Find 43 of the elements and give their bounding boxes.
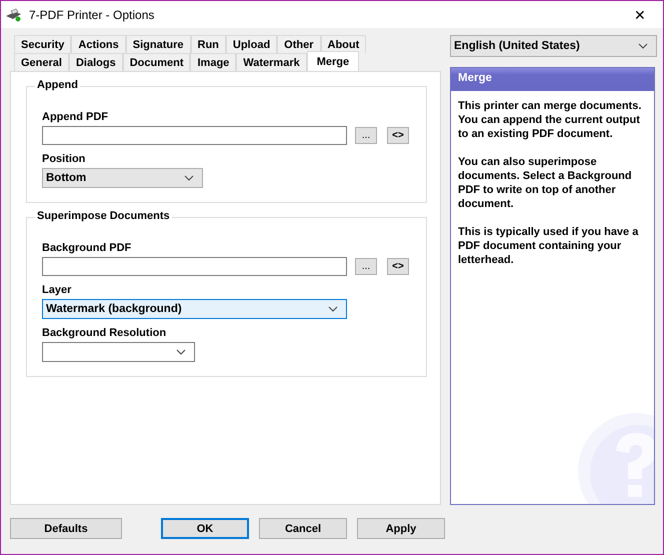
group-title: Superimpose Documents bbox=[35, 210, 172, 222]
dialog-button[interactable]: Cancel bbox=[259, 518, 347, 539]
group-title: Append bbox=[35, 79, 80, 91]
tab[interactable]: Upload bbox=[226, 35, 278, 53]
dialog-button[interactable]: Defaults bbox=[10, 518, 122, 539]
chevron-down-icon bbox=[176, 349, 186, 355]
field-label: Append PDF bbox=[42, 111, 109, 124]
tab[interactable]: Run bbox=[190, 35, 226, 53]
tab[interactable]: Signature bbox=[126, 35, 190, 53]
field-label: Position bbox=[42, 153, 86, 166]
swap-button[interactable]: <> bbox=[387, 127, 409, 144]
dropdown[interactable] bbox=[42, 342, 195, 362]
tab[interactable]: Document bbox=[122, 53, 190, 71]
tab[interactable]: Other bbox=[277, 35, 321, 53]
tab[interactable]: Actions bbox=[71, 35, 126, 53]
field-label: Background Resolution bbox=[42, 327, 168, 340]
tab[interactable]: General bbox=[14, 53, 69, 71]
chevron-down-icon bbox=[638, 42, 648, 49]
language-dropdown[interactable]: English (United States) bbox=[450, 35, 657, 57]
help-text: You can also superimpose documents. Select a Background PDF to write on top of another document. bbox=[458, 154, 633, 211]
dropdown[interactable]: Watermark (background) bbox=[42, 299, 347, 319]
swap-button[interactable]: <> bbox=[387, 258, 409, 275]
browse-button[interactable]: ... bbox=[355, 258, 377, 275]
browse-button[interactable]: ... bbox=[355, 127, 377, 144]
tab[interactable]: Watermark bbox=[236, 53, 307, 71]
chevron-down-icon bbox=[328, 306, 338, 312]
printer-icon bbox=[5, 8, 23, 22]
chevron-down-icon bbox=[184, 175, 194, 181]
help-title: Merge bbox=[451, 68, 654, 91]
help-text: This is typically used if you have a PDF document containing your letterhead. bbox=[458, 224, 640, 267]
dialog-button[interactable]: OK bbox=[161, 518, 249, 539]
field-label: Layer bbox=[42, 284, 72, 297]
tab[interactable]: Image bbox=[190, 53, 236, 71]
input-field[interactable] bbox=[42, 257, 347, 276]
window-title: 7-PDF Printer - Options bbox=[29, 8, 156, 22]
input-field[interactable] bbox=[42, 126, 347, 145]
tab[interactable]: Security bbox=[14, 35, 72, 53]
field-label: Background PDF bbox=[42, 242, 132, 255]
tab[interactable]: Dialogs bbox=[68, 53, 123, 71]
dropdown[interactable]: Bottom bbox=[42, 168, 203, 188]
dialog-button[interactable]: Apply bbox=[357, 518, 445, 539]
help-text: This printer can merge documents. You can append the current output to an existing PDF document. bbox=[458, 98, 642, 141]
tab[interactable]: Merge bbox=[306, 51, 360, 71]
